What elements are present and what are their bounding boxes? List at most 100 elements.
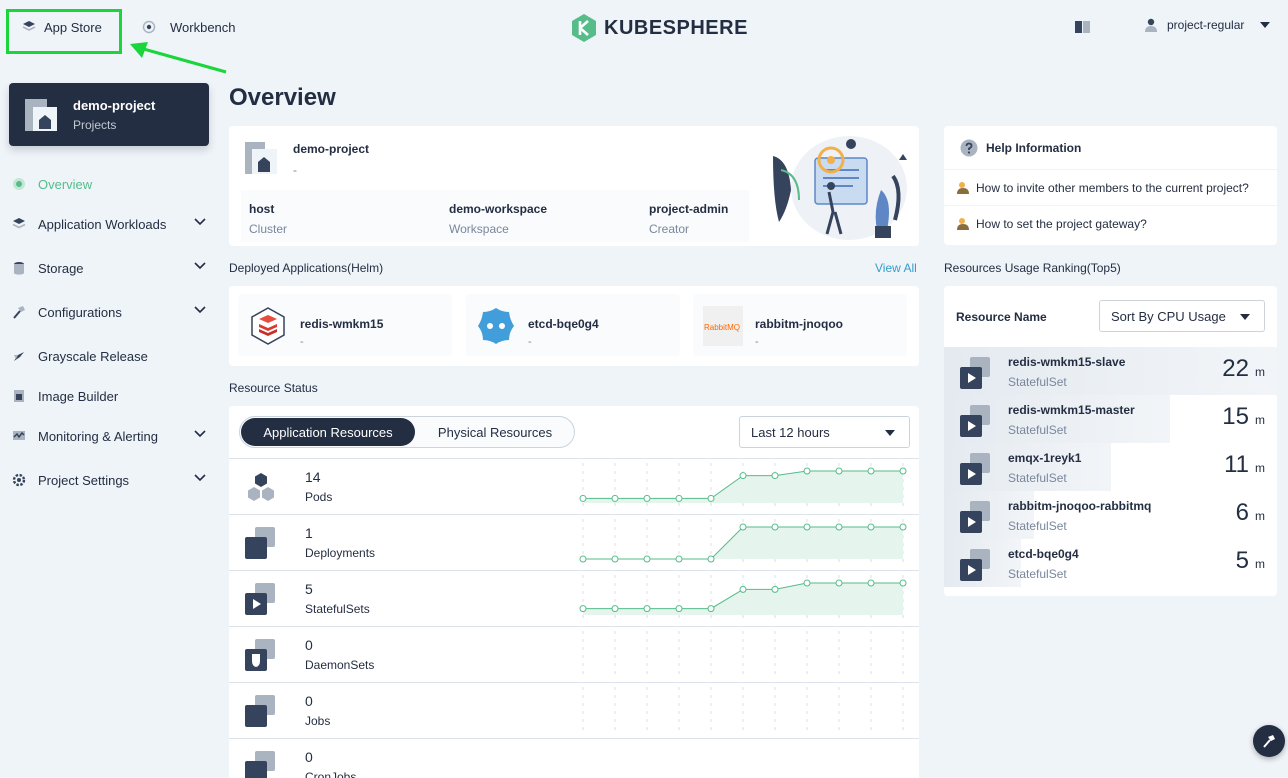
ranking-row[interactable]: redis-wmkm15-slave StatefulSet 22 m [944,347,1277,395]
kubesphere-logo[interactable]: KUBESPHERE [570,13,748,43]
project-card[interactable]: demo-project Projects [9,83,209,146]
sparkline-point [771,472,779,480]
ranking-resource-type: StatefulSet [1008,567,1067,581]
resource-name: CronJobs [305,770,357,778]
sidebar-item-storage[interactable]: Storage [0,248,218,288]
statefulsets-icon [245,583,275,615]
highlight-box [6,9,122,54]
ranking-value-unit: m [1255,509,1265,523]
resource-row-pods[interactable]: 14 Pods [229,458,919,514]
sparkline-point [899,523,907,531]
sparkline [579,519,907,567]
kubesphere-logo-icon [572,14,596,42]
project-card-type: Projects [73,117,117,132]
resource-row-statefulsets[interactable]: 5 StatefulSets [229,570,919,626]
sparkline-point [739,523,747,531]
ranking-resource-name: redis-wmkm15-slave [1008,355,1126,369]
documentation-icon[interactable] [1075,21,1090,33]
ranking-row[interactable]: rabbitm-jnoqoo-rabbitmq StatefulSet 6 m [944,491,1277,539]
sparkline-point [739,585,747,593]
ranking-row[interactable]: etcd-bqe0g4 StatefulSet 5 m [944,539,1277,587]
sidebar-item-project-settings[interactable]: Project Settings [0,460,218,500]
overview-illustration [773,136,907,240]
project-card-name: demo-project [73,97,156,113]
user-menu[interactable]: project-regular [1145,18,1271,32]
resource-row-deployments[interactable]: 1 Deployments [229,514,919,570]
top-bar: App Store Workbench KUBESPHERE project-r… [0,0,1288,74]
resource-count: 0 [305,749,313,765]
help-title-text: Help Information [986,141,1082,155]
sidebar-item-monitoring-alerting[interactable]: Monitoring & Alerting [0,416,218,456]
jobs-icon [245,695,275,727]
hammer-icon [13,306,25,319]
person-icon [957,217,969,230]
sidebar-item-grayscale-release[interactable]: Grayscale Release [0,336,218,376]
sparkline [582,631,904,679]
creator-label: Creator [649,222,690,236]
help-title: Help Information [960,139,1081,157]
resource-count: 0 [305,693,313,709]
ranking-row[interactable]: redis-wmkm15-master StatefulSet 15 m [944,395,1277,443]
sparkline-point [643,494,651,502]
sidebar-item-overview[interactable]: Overview [0,164,218,204]
sparkline-point [579,605,587,613]
tab-application-resources[interactable]: Application Resources [241,418,415,446]
sparkline-point [611,555,619,563]
deployed-apps-card: redis-wmkm15 - etcd-bqe0g4 - RabbitMQ ra… [229,286,919,366]
resource-count: 0 [305,637,313,653]
resource-row-daemonsets[interactable]: 0 DaemonSets [229,626,919,682]
ranking-value-unit: m [1255,461,1265,475]
chevron-down-icon [194,474,206,482]
sidebar-item-configurations[interactable]: Configurations [0,292,218,332]
rabbitmq-icon: RabbitMQ [703,306,743,346]
app-card[interactable]: etcd-bqe0g4 - [466,294,680,356]
ranking-value-number: 11 [1224,451,1249,478]
sidebar-item-label: Image Builder [38,388,119,404]
sparkline [582,687,904,735]
page-title: Overview [229,84,336,111]
resource-name: Jobs [305,714,331,728]
time-range-select[interactable]: Last 12 hours [739,416,910,448]
sparkline-point [675,555,683,563]
resource-row-cronjobs[interactable]: 0 CronJobs [229,738,919,778]
project-details: host Cluster demo-workspace Workspace pr… [241,190,749,242]
sort-select[interactable]: Sort By CPU Usage [1099,300,1265,332]
ranking-value: 11 m [1224,451,1265,479]
image-builder-icon [14,390,24,402]
ranking-value: 6m [1236,499,1265,527]
app-card[interactable]: RabbitMQ rabbitm-jnoqoo - [693,294,907,356]
overview-icon [13,178,25,190]
view-all-link[interactable]: View All [875,261,917,275]
app-description: - [528,336,532,348]
app-card[interactable]: redis-wmkm15 - [238,294,452,356]
app-name: rabbitm-jnoqoo [755,317,843,331]
ranking-value-number: 15 [1222,403,1249,430]
sparkline [579,463,907,511]
etcd-icon [478,308,514,344]
creator-value: project-admin [649,202,729,216]
toolbox-button[interactable] [1253,725,1285,757]
help-item[interactable]: How to invite other members to the curre… [944,169,1277,205]
ranking-row[interactable]: emqx-1reyk1 StatefulSet 11 m [944,443,1277,491]
sparkline-point [707,555,715,563]
help-item[interactable]: How to set the project gateway? [944,205,1277,241]
sidebar-item-image-builder[interactable]: Image Builder [0,376,218,416]
sparkline-point [675,605,683,613]
app-description: - [755,336,759,348]
resource-name: Pods [305,490,333,504]
caret-down-icon [1260,22,1271,28]
cluster-label: Cluster [249,222,288,236]
resource-name: StatefulSets [305,602,370,616]
sidebar-item-label: Monitoring & Alerting [38,428,158,444]
resource-row-jobs[interactable]: 0 Jobs [229,682,919,738]
tab-physical-resources[interactable]: Physical Resources [420,418,570,446]
project-icon [25,98,57,131]
ranking-value-number: 22 [1222,355,1249,382]
workspace-value: demo-workspace [449,202,548,216]
ranking-value: 15 m [1222,403,1265,431]
database-icon [14,262,24,275]
sidebar-item-label: Overview [38,176,93,192]
sidebar-item-application-workloads[interactable]: Application Workloads [0,204,218,244]
sparkline-area [583,527,903,559]
logo-text: KUBESPHERE [604,16,748,39]
